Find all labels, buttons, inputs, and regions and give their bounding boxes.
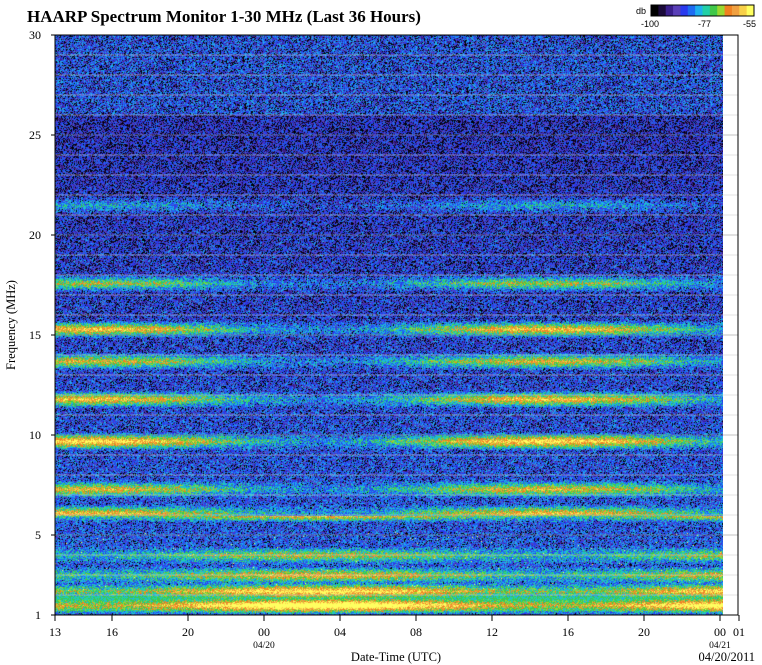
x-tick-label: 00 [714,625,726,639]
colorbar-swatch [695,5,703,16]
colorbar-swatch [731,5,740,16]
y-tick-label: 20 [29,228,41,242]
spectrum-chart: HAARP Spectrum Monitor 1-30 MHz (Last 36… [4,4,756,664]
colorbar: db -100 -77 -55 [636,4,756,29]
x-axis-ticks: 13 16 20 00 04 08 12 16 20 00 0104/20 04/21 [49,615,745,651]
spectrogram-heatmap [55,35,723,615]
colorbar-min-label: -100 [641,19,659,29]
y-tick-label: 25 [29,128,41,142]
colorbar-swatch [687,5,696,16]
colorbar-swatch [746,5,755,16]
colorbar-swatch [651,5,659,16]
colorbar-swatch [709,5,718,16]
y-tick-label: 1 [35,608,41,622]
colorbar-swatch [658,5,667,16]
colorbar-swatches [650,4,755,17]
colorbar-swatch [702,5,711,16]
y-tick-label: 15 [29,328,41,342]
x-tick-label: 01 [733,625,745,639]
x-tick-label: 13 [49,625,61,639]
colorbar-swatch [739,5,748,16]
x-tick-label: 20 [182,625,194,639]
colorbar-max-label: -55 [743,19,756,29]
colorbar-mid-label: -77 [698,19,711,29]
x-tick-label: 16 [562,625,574,639]
plot-area: 151015202530 13 16 20 00 04 08 12 16 20 00 0104/20… [11,28,745,651]
colorbar-swatch [724,5,733,16]
x-tick-label: 16 [106,625,118,639]
x-date-label: 04/20 [253,641,275,651]
y-axis-label: Frequency (MHz) [4,280,18,370]
colorbar-swatch [673,5,681,16]
chart-title: HAARP Spectrum Monitor 1-30 MHz (Last 36… [27,7,421,26]
x-tick-label: 00 [258,625,270,639]
y-axis-ticks: 151015202530 [29,28,55,622]
colorbar-unit-label: db [636,6,646,16]
x-tick-label: 12 [486,625,498,639]
colorbar-swatch [665,5,674,16]
colorbar-swatch [680,5,689,16]
y-tick-label: 10 [29,428,41,442]
x-tick-label: 08 [410,625,422,639]
x-tick-label: 04 [334,625,346,639]
y-tick-label: 5 [35,528,41,542]
x-axis-label: Date-Time (UTC) [351,650,441,664]
colorbar-swatch [717,5,726,16]
date-caption: 04/20/2011 [699,650,755,664]
x-tick-label: 20 [638,625,650,639]
y-tick-label: 30 [29,28,41,42]
